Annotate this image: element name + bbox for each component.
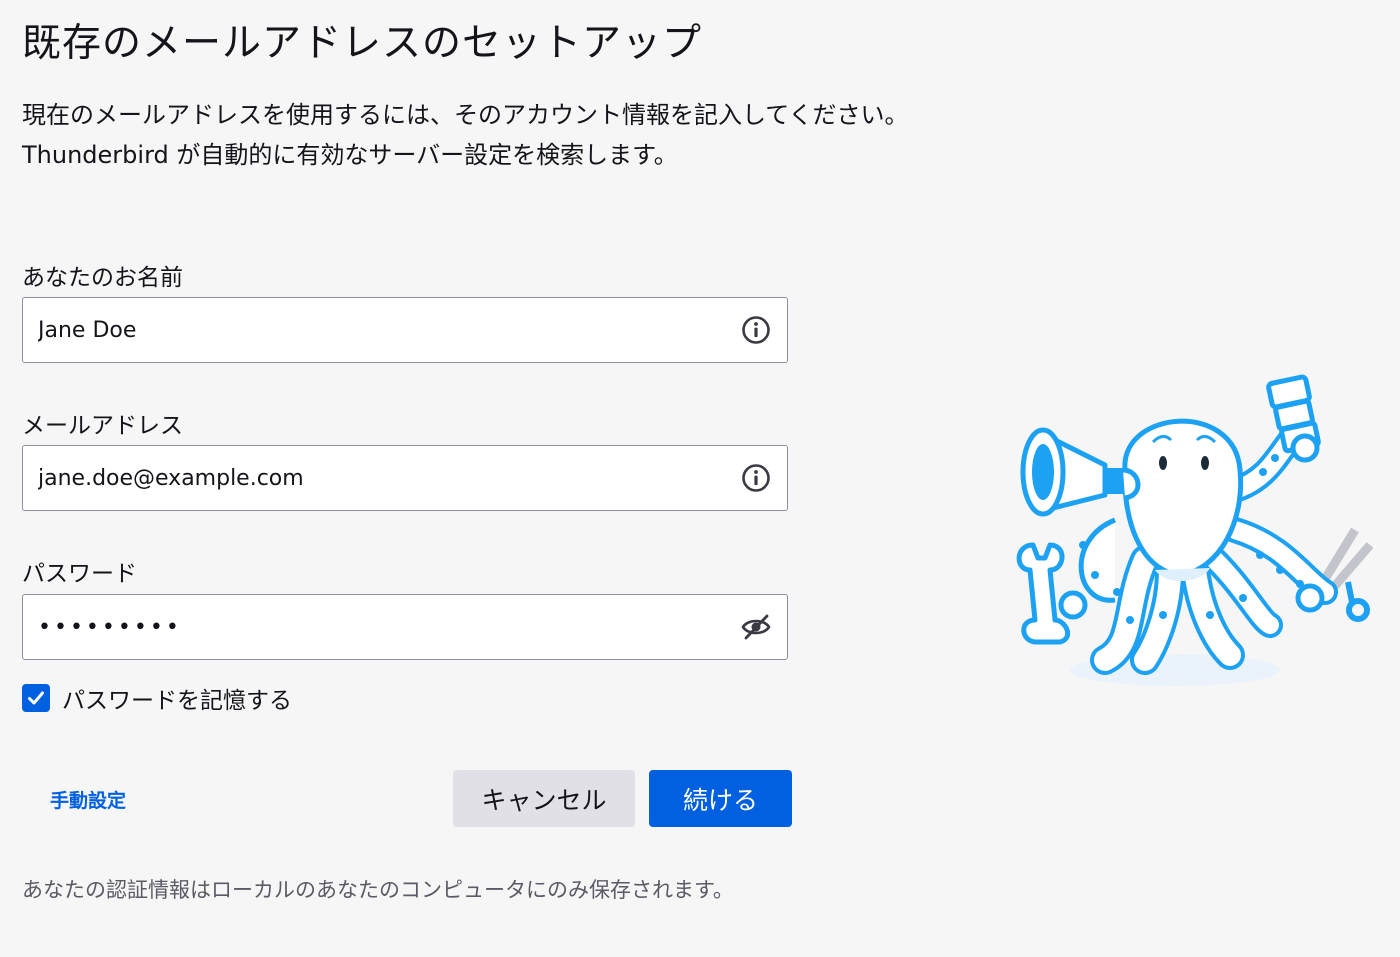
page-title: 既存のメールアドレスのセットアップ (22, 21, 703, 66)
continue-button[interactable]: 続ける (649, 770, 792, 827)
email-label: メールアドレス (22, 413, 183, 439)
checkmark-icon (28, 691, 44, 705)
scissors-icon (1313, 527, 1374, 622)
remember-password-label: パスワードを記憶する (62, 688, 292, 714)
manual-config-link[interactable]: 手動設定 (50, 786, 126, 813)
password-label: パスワード (22, 561, 137, 587)
intro-line-1: 現在のメールアドレスを使用するには、そのアカウント情報を記入してください。 (22, 101, 909, 129)
email-input[interactable] (38, 446, 718, 510)
remember-password-checkbox[interactable] (22, 684, 50, 712)
octopus-mascot-illustration (1016, 374, 1374, 686)
credentials-note: あなたの認証情報はローカルのあなたのコンピュータにのみ保存されます。 (22, 878, 734, 902)
name-input[interactable] (38, 298, 718, 362)
intro-line-2: Thunderbird が自動的に有効なサーバー設定を検索します。 (22, 141, 678, 169)
name-field-container (22, 297, 788, 363)
info-icon[interactable] (740, 462, 772, 494)
megaphone-icon (1020, 427, 1141, 517)
wrench-icon (1016, 542, 1071, 645)
info-icon[interactable] (740, 314, 772, 346)
name-label: あなたのお名前 (22, 265, 183, 291)
password-field-container (22, 594, 788, 660)
password-input[interactable] (38, 595, 718, 659)
intro-text: 現在のメールアドレスを使用するには、そのアカウント情報を記入してください。 Th… (22, 95, 909, 175)
cancel-button[interactable]: キャンセル (453, 770, 635, 827)
eye-slash-icon[interactable] (740, 611, 772, 643)
email-field-container (22, 445, 788, 511)
remember-password-row[interactable]: パスワードを記憶する (22, 681, 292, 715)
account-setup-page: 既存のメールアドレスのセットアップ 現在のメールアドレスを使用するには、そのアカ… (0, 0, 1400, 957)
